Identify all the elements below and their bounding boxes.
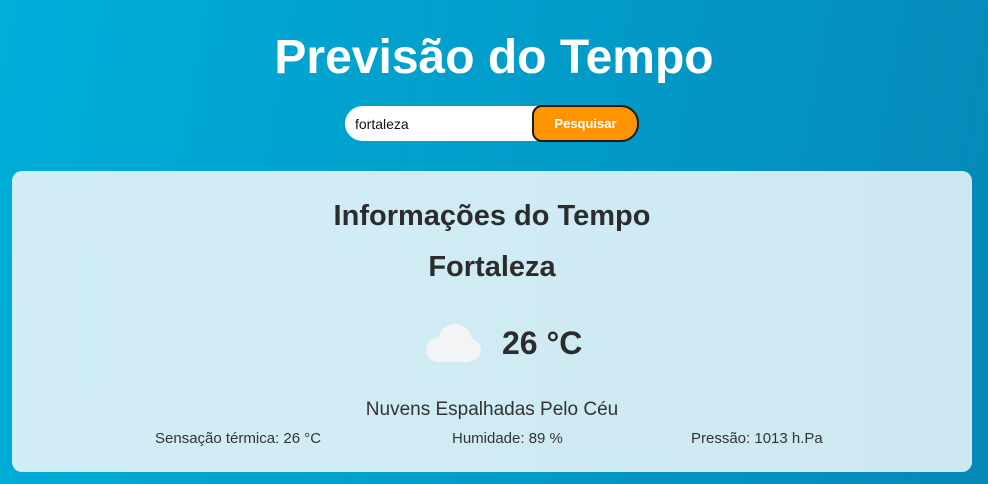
city-name: Fortaleza bbox=[428, 251, 556, 283]
weather-heading: Informações do Tempo bbox=[333, 200, 651, 232]
feels-like: Sensação térmica: 26 °C bbox=[155, 430, 322, 447]
search-bar: Pesquisar bbox=[345, 105, 640, 142]
search-button[interactable]: Pesquisar bbox=[532, 105, 639, 142]
temperature: 26 °C bbox=[502, 325, 583, 361]
search-input[interactable] bbox=[345, 106, 541, 141]
pressure: Pressão: 1013 h.Pa bbox=[691, 430, 823, 447]
page-title: Previsão do Tempo bbox=[274, 31, 714, 84]
weather-card: Informações do Tempo Fortaleza 26 °C Nuv… bbox=[12, 171, 972, 472]
humidity: Humidade: 89 % bbox=[452, 430, 563, 447]
weather-description: Nuvens Espalhadas Pelo Céu bbox=[365, 399, 619, 420]
cloud-icon bbox=[426, 324, 481, 362]
